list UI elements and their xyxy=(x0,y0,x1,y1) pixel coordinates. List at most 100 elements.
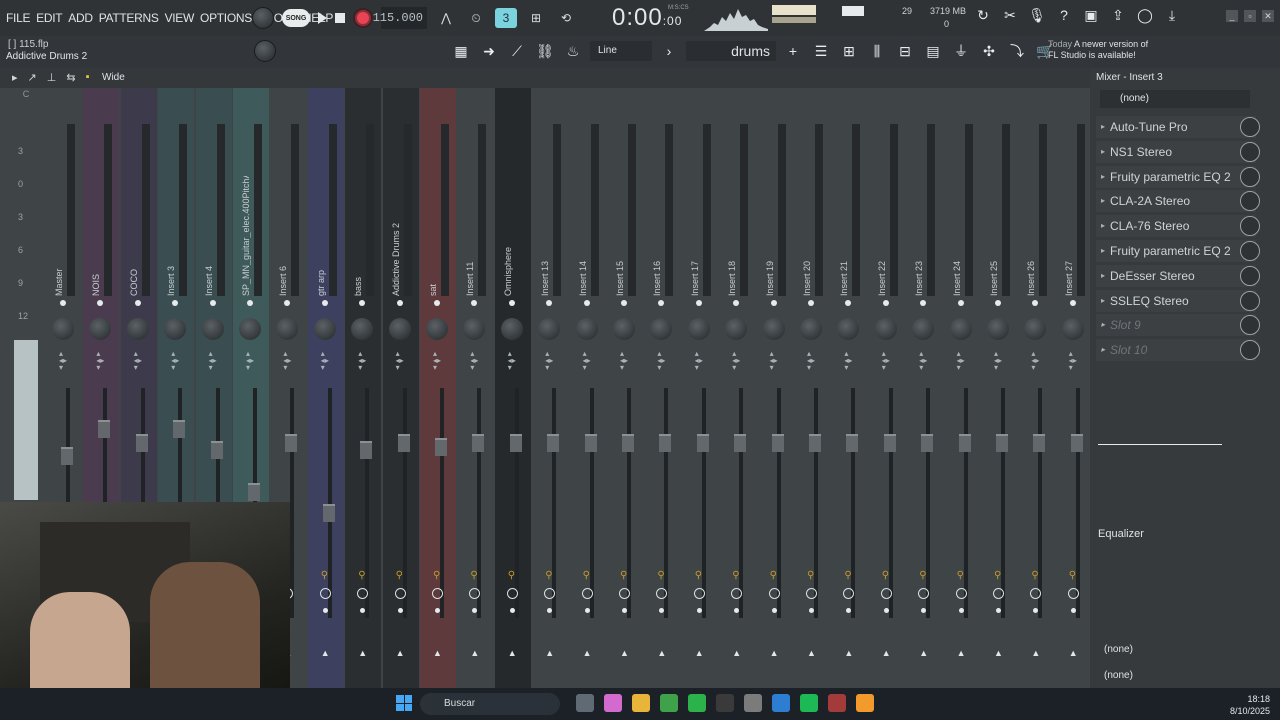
view-mode[interactable]: Wide xyxy=(102,72,125,83)
stereo-separation-icon[interactable]: ▴ ◂▸ ▾ xyxy=(1031,350,1039,372)
fx-slot[interactable]: ▸ Fruity parametric EQ 2 xyxy=(1096,165,1256,188)
send-arrow-icon[interactable]: ▲ xyxy=(470,648,479,658)
send-arrow-icon[interactable]: ▲ xyxy=(695,648,704,658)
slot-expand-icon[interactable]: ▸ xyxy=(1101,240,1105,262)
pan-knob[interactable] xyxy=(613,318,635,340)
minimize-icon[interactable]: _ xyxy=(1226,10,1238,22)
send-arrow-icon[interactable]: ▲ xyxy=(358,648,367,658)
route-toggle[interactable] xyxy=(809,608,814,613)
send-arrow-icon[interactable]: ▲ xyxy=(919,648,928,658)
send-arrow-icon[interactable]: ▲ xyxy=(657,648,666,658)
spotify-icon[interactable] xyxy=(800,694,818,712)
menu-edit[interactable]: EDIT xyxy=(36,11,62,25)
pan-knob[interactable] xyxy=(874,318,897,340)
volume-fader-handle[interactable] xyxy=(547,434,560,453)
pan-knob[interactable] xyxy=(1061,318,1084,340)
pan-knob[interactable] xyxy=(276,318,299,340)
volume-fader-handle[interactable] xyxy=(659,434,672,453)
song-mode-button[interactable]: SONG xyxy=(282,9,310,27)
app-icon[interactable] xyxy=(744,694,762,712)
stereo-separation-icon[interactable]: ▴ ◂▸ ▾ xyxy=(732,350,740,372)
volume-fader-handle[interactable] xyxy=(809,434,821,453)
stereo-separation-icon[interactable]: ▴ ◂▸ ▾ xyxy=(134,350,142,372)
mixer-strip[interactable]: Insert 20 ▴ ◂▸ ▾ ⚲ ▲ xyxy=(794,88,830,688)
download-icon[interactable]: ⤓ xyxy=(1163,6,1181,24)
volume-fader-handle[interactable] xyxy=(921,434,934,453)
fx-slot[interactable]: ▸ Auto-Tune Pro xyxy=(1096,116,1256,138)
send-arrow-icon[interactable]: ▲ xyxy=(508,648,517,658)
mute-toggle[interactable] xyxy=(60,300,66,306)
send-arrow-icon[interactable]: ▲ xyxy=(545,648,554,658)
volume-fader-track[interactable] xyxy=(477,388,482,618)
delay-compensation-icon[interactable] xyxy=(432,588,443,599)
plugin-icon[interactable]: ⊟ xyxy=(894,40,916,62)
piano-icon[interactable]: ▦ xyxy=(450,40,472,62)
save-icon[interactable]: ▣ xyxy=(1082,6,1100,24)
pan-knob[interactable] xyxy=(500,318,523,340)
copilot-icon[interactable] xyxy=(604,694,622,712)
menu-patterns[interactable]: PATTERNS xyxy=(99,11,159,25)
fx-slot[interactable]: ▸ NS1 Stereo xyxy=(1096,140,1256,163)
volume-fader-track[interactable] xyxy=(589,388,594,618)
fx-slot[interactable]: ▸ DeEsser Stereo xyxy=(1096,264,1256,287)
input-select[interactable]: (none) xyxy=(1100,90,1250,108)
mute-toggle[interactable] xyxy=(321,300,328,306)
pan-knob[interactable] xyxy=(987,318,1009,340)
mixer-strip[interactable]: Insert 15 ▴ ◂▸ ▾ ⚲ ▲ xyxy=(607,88,643,688)
chevron-right-icon[interactable]: › xyxy=(658,40,680,62)
volume-fader-handle[interactable] xyxy=(584,434,597,453)
chat-icon[interactable]: ◯ xyxy=(1136,6,1154,24)
route-toggle[interactable] xyxy=(696,608,702,613)
app-19-icon[interactable] xyxy=(772,694,790,712)
volume-fader-track[interactable] xyxy=(1001,388,1005,618)
stereo-separation-icon[interactable]: ▴ ◂▸ ▾ xyxy=(695,350,703,372)
lock-icon[interactable]: ⚲ xyxy=(882,570,889,581)
stereo-separation-icon[interactable]: ▴ ◂▸ ▾ xyxy=(358,350,366,372)
play-button[interactable] xyxy=(318,12,327,24)
stereo-separation-icon[interactable]: ▴ ◂▸ ▾ xyxy=(770,350,778,372)
whatsapp-icon[interactable] xyxy=(688,694,706,712)
stop-button[interactable] xyxy=(335,13,345,23)
lock-icon[interactable]: ⚲ xyxy=(770,570,777,581)
volume-fader-track[interactable] xyxy=(739,388,744,618)
delay-compensation-icon[interactable] xyxy=(581,588,593,599)
pan-knob[interactable] xyxy=(463,318,486,340)
volume-fader-handle[interactable] xyxy=(210,440,223,459)
wait-for-input-icon[interactable]: ⏲ xyxy=(465,8,487,28)
lock-icon[interactable]: ⚲ xyxy=(508,570,515,581)
volume-fader-handle[interactable] xyxy=(435,438,447,457)
pan-knob[interactable] xyxy=(538,318,561,340)
stereo-separation-icon[interactable]: ▴ ◂▸ ▾ xyxy=(508,350,516,372)
update-notice[interactable]: Today A newer version of FL Studio is av… xyxy=(1048,39,1148,61)
mixer-strip[interactable]: Insert 21 ▴ ◂▸ ▾ ⚲ ▲ xyxy=(831,88,868,688)
playlist-icon[interactable]: ☰ xyxy=(810,40,832,62)
stereo-separation-icon[interactable]: ▴ ◂▸ ▾ xyxy=(545,350,553,372)
mute-toggle[interactable] xyxy=(995,300,1001,306)
lock-icon[interactable]: ⚲ xyxy=(358,570,365,581)
mixer-strip[interactable]: Insert 24 ▴ ◂▸ ▾ ⚲ ▲ xyxy=(943,88,980,688)
lock-icon[interactable]: ⚲ xyxy=(433,570,440,581)
cursor-icon[interactable]: ↗ xyxy=(28,71,37,84)
delay-compensation-icon[interactable] xyxy=(768,588,780,599)
app-red-icon[interactable] xyxy=(828,694,846,712)
stereo-separation-icon[interactable]: ▴ ◂▸ ▾ xyxy=(807,350,815,372)
stereo-separation-icon[interactable]: ▴ ◂▸ ▾ xyxy=(657,350,665,372)
mute-toggle[interactable] xyxy=(695,300,702,306)
mute-toggle[interactable] xyxy=(396,300,403,306)
volume-fader-track[interactable] xyxy=(290,388,295,618)
mute-toggle[interactable] xyxy=(733,300,740,306)
volume-fader-handle[interactable] xyxy=(846,434,859,453)
pan-knob[interactable] xyxy=(201,318,224,340)
master-volume-knob[interactable] xyxy=(252,7,274,29)
microphone-icon[interactable]: 🎙 xyxy=(1028,6,1046,24)
volume-fader-handle[interactable] xyxy=(883,434,896,453)
lock-icon[interactable]: ⚲ xyxy=(1069,570,1076,581)
volume-fader-handle[interactable] xyxy=(622,434,634,453)
route-toggle[interactable] xyxy=(771,608,777,613)
volume-fader-handle[interactable] xyxy=(360,440,373,459)
pan-knob[interactable] xyxy=(1024,318,1047,340)
slot-mix-knob[interactable] xyxy=(1240,141,1260,162)
volume-fader-handle[interactable] xyxy=(958,434,971,453)
mute-toggle[interactable] xyxy=(808,300,814,306)
menu-add[interactable]: ADD xyxy=(68,11,93,25)
